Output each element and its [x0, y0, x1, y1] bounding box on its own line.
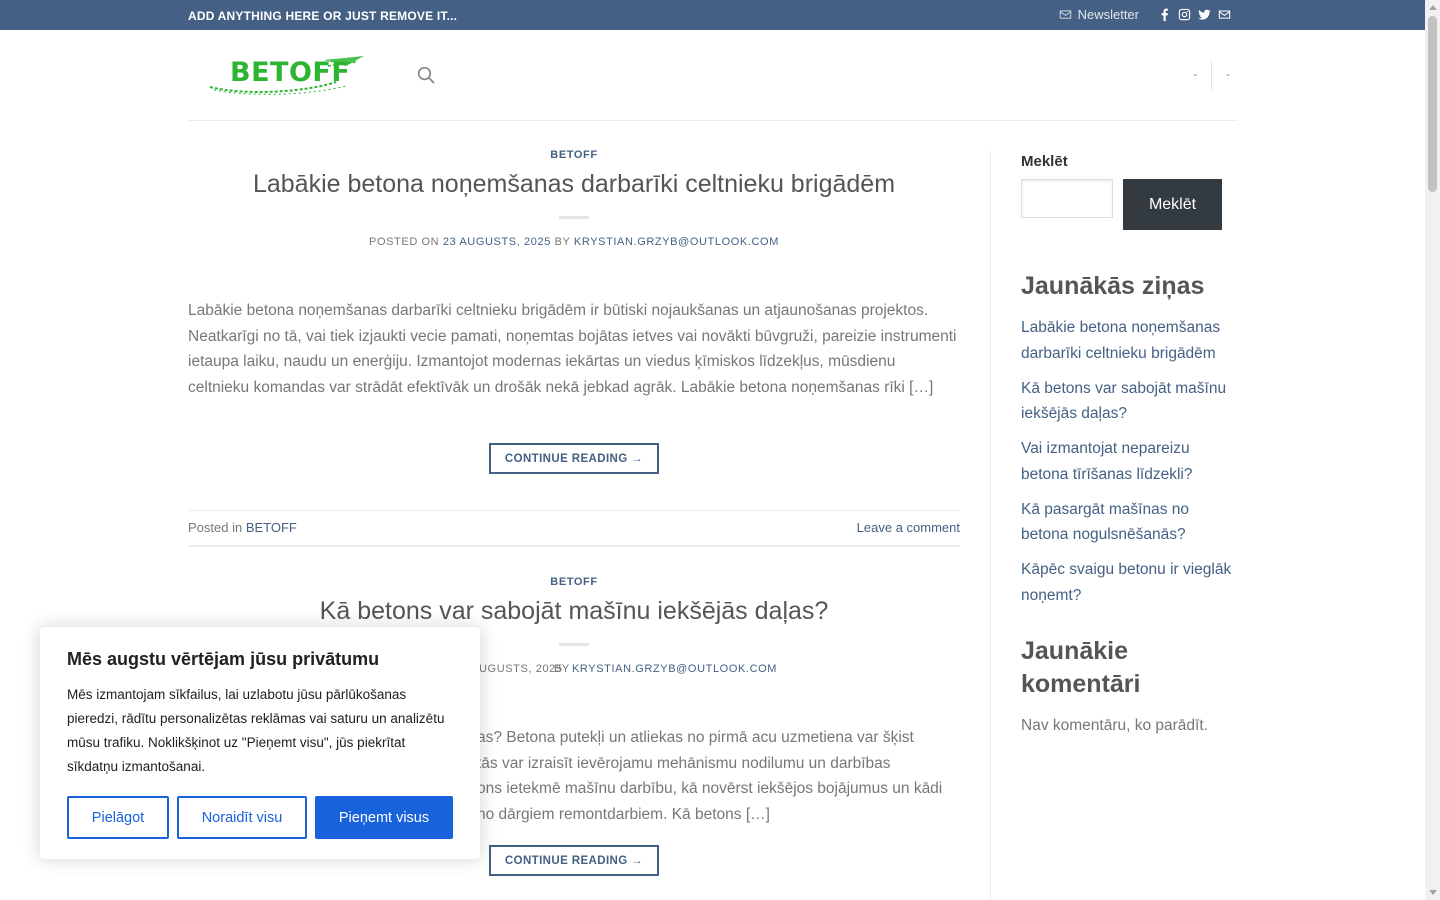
title-divider — [559, 643, 589, 646]
top-bar: ADD ANYTHING HERE OR JUST REMOVE IT... N… — [0, 0, 1425, 30]
post-author-link[interactable]: KRYSTIAN.GRZYB@OUTLOOK.COM — [572, 663, 777, 675]
post-date-link[interactable]: 23 AUGUSTS, 2025 — [443, 236, 551, 248]
cookie-title: Mēs augstu vērtējam jūsu privātumu — [67, 649, 380, 669]
search-icon[interactable] — [417, 66, 435, 84]
posted-on-label: POSTED ON — [369, 236, 440, 248]
post-title[interactable]: Kā betons var sabojāt mašīnu iekšējās da… — [188, 597, 960, 626]
recent-post-link[interactable]: Kāpēc svaigu betonu ir vieglāk noņemt? — [1021, 557, 1238, 608]
excerpt-line: as? Betona putekļi un atliekas no pirmā … — [477, 729, 914, 746]
header-account-links: - - — [1186, 60, 1238, 90]
scroll-up-arrow-icon[interactable] — [1429, 5, 1437, 10]
excerpt-line: ons ietekmē mašīnu darbību, kā novērst i… — [477, 780, 943, 797]
by-label: BY — [554, 663, 570, 675]
continue-reading-button[interactable]: CONTINUE READING → — [489, 845, 659, 876]
site-header: BETOFF - - — [188, 30, 1238, 121]
post-meta: POSTED ON 23 AUGUSTS, 2025 BY KRYSTIAN.G… — [188, 236, 960, 248]
header-link-2[interactable]: - — [1218, 69, 1238, 81]
posted-in: Posted in BETOFF — [188, 520, 297, 535]
post-excerpt: Labākie betona noņemšanas darbarīki celt… — [188, 302, 957, 396]
scroll-thumb[interactable] — [1428, 16, 1437, 192]
recent-post-link[interactable]: Kā betons var sabojāt mašīnu iekšējās da… — [1021, 376, 1238, 427]
recent-post-link[interactable]: Labākie betona noņemšanas darbarīki celt… — [1021, 315, 1238, 366]
cookie-customize-button[interactable]: Pielāgot — [67, 796, 169, 839]
search-label: Meklēt — [1021, 153, 1068, 170]
search-input[interactable] — [1021, 179, 1113, 218]
by-label: BY — [554, 236, 571, 248]
top-bar-right: Newsletter — [1059, 7, 1231, 22]
posted-in-label: Posted in — [188, 520, 243, 535]
scroll-down-arrow-icon[interactable] — [1429, 890, 1437, 895]
instagram-icon[interactable] — [1177, 8, 1191, 22]
cookie-reject-button[interactable]: Noraidīt visu — [177, 796, 307, 839]
recent-post-link[interactable]: Vai izmantojat nepareizu betona tīrīšana… — [1021, 436, 1238, 487]
continue-reading-button[interactable]: CONTINUE READING → — [489, 443, 659, 474]
no-comments-text: Nav komentāru, ko parādīt. — [1021, 717, 1208, 734]
posted-in-category-link[interactable]: BETOFF — [246, 520, 297, 535]
page-scrollbar[interactable] — [1425, 0, 1440, 900]
logo-text: BETOFF — [230, 57, 351, 88]
recent-comments-title: Jaunākie komentāri — [1021, 637, 1141, 698]
post-category[interactable]: BETOFF — [188, 576, 960, 588]
excerpt-line: no dārgiem remontdarbiem. Kā betons […] — [477, 805, 770, 823]
newsletter-label: Newsletter — [1077, 7, 1139, 22]
recent-posts-list: Labākie betona noņemšanas darbarīki celt… — [1021, 315, 1238, 618]
post-title[interactable]: Labākie betona noņemšanas darbarīki celt… — [188, 170, 960, 199]
site-logo[interactable]: BETOFF — [206, 52, 366, 98]
post-excerpt: as? Betona putekļi un atliekas no pirmā … — [477, 725, 960, 827]
twitter-icon[interactable] — [1197, 8, 1211, 22]
post-footer: Posted in BETOFF Leave a comment — [188, 510, 960, 547]
cookie-text: Mēs izmantojam sīkfailus, lai uzlabotu j… — [67, 687, 445, 774]
leave-comment-link[interactable]: Leave a comment — [857, 520, 960, 535]
recent-posts-title: Jaunākās ziņas — [1021, 272, 1205, 300]
excerpt-line: tās var izraisīt ievērojamu mehānismu no… — [477, 754, 891, 772]
title-divider — [559, 216, 589, 219]
post-author-link[interactable]: KRYSTIAN.GRZYB@OUTLOOK.COM — [574, 236, 779, 248]
sidebar-divider — [990, 151, 991, 900]
search-button[interactable]: Meklēt — [1123, 179, 1222, 230]
mail-icon[interactable] — [1217, 8, 1231, 22]
recent-post-link[interactable]: Kā pasargāt mašīnas no betona nogulsnēša… — [1021, 497, 1238, 548]
header-divider — [1211, 60, 1213, 90]
top-bar-text: ADD ANYTHING HERE OR JUST REMOVE IT... — [188, 9, 458, 23]
envelope-icon — [1059, 8, 1073, 22]
post-category[interactable]: BETOFF — [188, 149, 960, 161]
post-date-link[interactable]: UGUSTS, 2025 — [479, 663, 563, 675]
newsletter-link[interactable]: Newsletter — [1059, 7, 1139, 22]
cookie-consent-banner: Mēs augstu vērtējam jūsu privātumu Mēs i… — [40, 627, 480, 859]
cookie-accept-button[interactable]: Pieņemt visus — [315, 796, 453, 839]
header-link-1[interactable]: - — [1186, 69, 1206, 81]
facebook-icon[interactable] — [1157, 8, 1171, 22]
